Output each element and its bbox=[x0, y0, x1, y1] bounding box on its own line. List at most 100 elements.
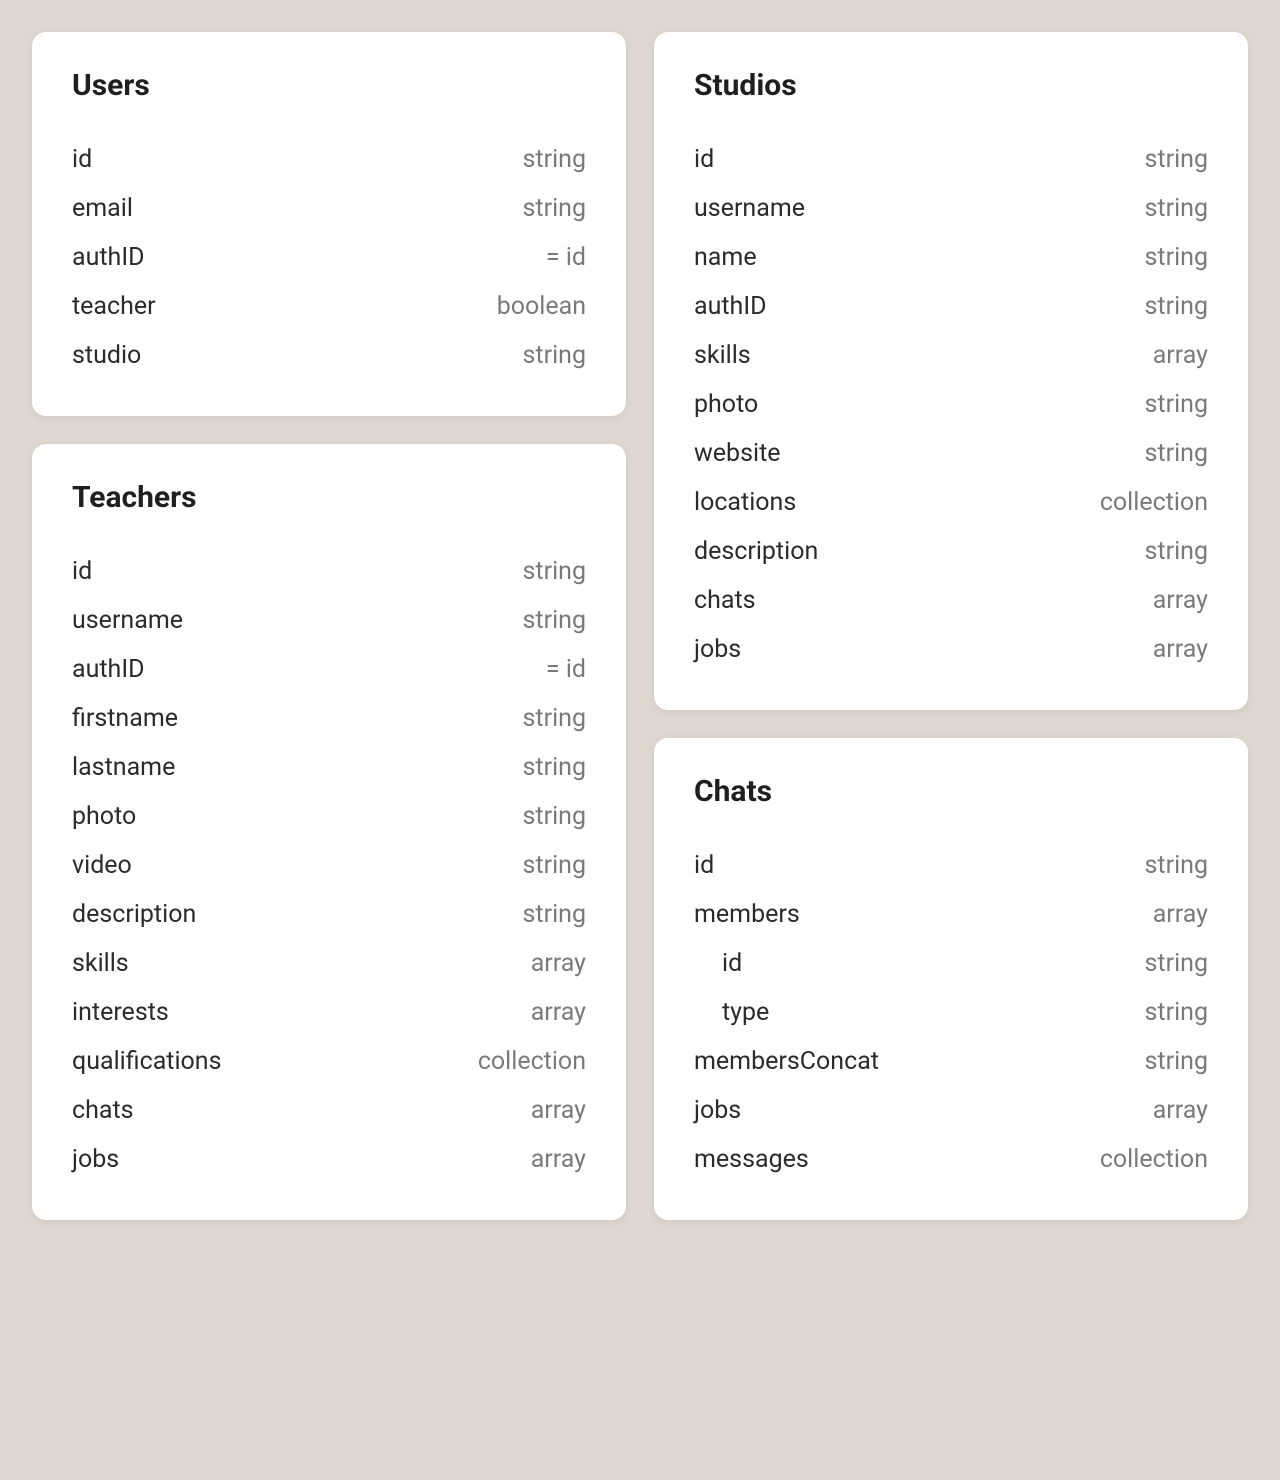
schema-title: Users bbox=[72, 68, 586, 103]
field-name: type bbox=[722, 998, 769, 1027]
field-name: firstname bbox=[72, 704, 178, 733]
field-type: array bbox=[1153, 1096, 1208, 1125]
field-name: username bbox=[694, 194, 805, 223]
field-row: namestring bbox=[694, 233, 1208, 282]
field-type: string bbox=[1145, 851, 1208, 880]
field-type: string bbox=[1145, 145, 1208, 174]
field-type: array bbox=[531, 1145, 586, 1174]
field-type: array bbox=[531, 949, 586, 978]
field-type: string bbox=[523, 194, 586, 223]
field-row: id string bbox=[694, 841, 1208, 890]
field-name: qualifications bbox=[72, 1047, 222, 1076]
field-row: skills array bbox=[72, 939, 586, 988]
field-name: description bbox=[694, 537, 818, 566]
field-type: string bbox=[523, 802, 586, 831]
field-type: string bbox=[1145, 998, 1208, 1027]
field-row: username string bbox=[694, 184, 1208, 233]
field-name: photo bbox=[72, 802, 136, 831]
field-type: array bbox=[1153, 341, 1208, 370]
field-name: members bbox=[694, 900, 800, 929]
field-row: videostring bbox=[72, 841, 586, 890]
field-name: email bbox=[72, 194, 133, 223]
schema-title: Teachers bbox=[72, 480, 586, 515]
schema-container: UsersidstringemailstringauthID= idteache… bbox=[32, 32, 1248, 1220]
field-name: authID bbox=[72, 243, 145, 272]
field-name: jobs bbox=[694, 635, 741, 664]
field-row: idstring bbox=[694, 939, 1208, 988]
field-name: skills bbox=[72, 949, 129, 978]
field-type: array bbox=[1153, 900, 1208, 929]
field-type: array bbox=[531, 1096, 586, 1125]
field-type: collection bbox=[1100, 488, 1208, 517]
field-row: chats array bbox=[694, 576, 1208, 625]
field-row: jobsarray bbox=[694, 1086, 1208, 1135]
field-name: description bbox=[72, 900, 196, 929]
schema-title: Chats bbox=[694, 774, 1208, 809]
field-type: string bbox=[523, 606, 586, 635]
field-type: collection bbox=[478, 1047, 586, 1076]
left-column: UsersidstringemailstringauthID= idteache… bbox=[32, 32, 626, 1220]
field-row: id string bbox=[694, 135, 1208, 184]
field-row: authIDstring bbox=[694, 282, 1208, 331]
field-name: skills bbox=[694, 341, 751, 370]
field-name: id bbox=[694, 145, 714, 174]
field-name: website bbox=[694, 439, 781, 468]
field-name: messages bbox=[694, 1145, 809, 1174]
field-row: lastnamestring bbox=[72, 743, 586, 792]
field-name: jobs bbox=[72, 1145, 119, 1174]
field-name: teacher bbox=[72, 292, 156, 321]
field-row: email string bbox=[72, 184, 586, 233]
field-name: locations bbox=[694, 488, 796, 517]
field-type: array bbox=[1153, 586, 1208, 615]
field-name: chats bbox=[694, 586, 756, 615]
field-type: string bbox=[523, 704, 586, 733]
field-type: string bbox=[523, 341, 586, 370]
field-name: username bbox=[72, 606, 183, 635]
field-type: string bbox=[1145, 537, 1208, 566]
field-row: jobs array bbox=[72, 1135, 586, 1184]
field-row: teacher boolean bbox=[72, 282, 586, 331]
field-type: string bbox=[1145, 1047, 1208, 1076]
field-row: description string bbox=[694, 527, 1208, 576]
field-name: membersConcat bbox=[694, 1047, 879, 1076]
field-name: studio bbox=[72, 341, 141, 370]
field-row: interestsarray bbox=[72, 988, 586, 1037]
field-name: chats bbox=[72, 1096, 134, 1125]
field-row: username string bbox=[72, 596, 586, 645]
schema-title: Studios bbox=[694, 68, 1208, 103]
field-name: id bbox=[694, 851, 714, 880]
field-row: firstname string bbox=[72, 694, 586, 743]
field-type: string bbox=[1145, 390, 1208, 419]
field-type: string bbox=[1145, 292, 1208, 321]
field-type: array bbox=[531, 998, 586, 1027]
field-type: = id bbox=[546, 655, 586, 684]
field-type: array bbox=[1153, 635, 1208, 664]
field-row: authID = id bbox=[72, 233, 586, 282]
schema-card-chats: Chats id string members array id string type str… bbox=[654, 738, 1248, 1220]
field-type: string bbox=[523, 900, 586, 929]
field-name: authID bbox=[72, 655, 145, 684]
field-name: id bbox=[72, 557, 92, 586]
field-type: string bbox=[1145, 439, 1208, 468]
field-type: boolean bbox=[497, 292, 586, 321]
field-row: qualifications collection bbox=[72, 1037, 586, 1086]
field-row: studio string bbox=[72, 331, 586, 380]
field-row: description string bbox=[72, 890, 586, 939]
field-type: = id bbox=[546, 243, 586, 272]
field-type: string bbox=[1145, 194, 1208, 223]
field-type: string bbox=[523, 557, 586, 586]
field-name: photo bbox=[694, 390, 758, 419]
field-row: photo string bbox=[72, 792, 586, 841]
schema-card-users: Users idstring email string authID = id teache… bbox=[32, 32, 626, 416]
field-row: members array bbox=[694, 890, 1208, 939]
field-type: string bbox=[523, 753, 586, 782]
field-row: locations collection bbox=[694, 478, 1208, 527]
field-type: collection bbox=[1100, 1145, 1208, 1174]
field-row: authID = id bbox=[72, 645, 586, 694]
field-row: chats array bbox=[72, 1086, 586, 1135]
field-row: idstring bbox=[72, 135, 586, 184]
field-type: string bbox=[1145, 243, 1208, 272]
schema-card-studios: Studiosidstringusernamestringnamestringa… bbox=[654, 32, 1248, 710]
field-name: id bbox=[722, 949, 742, 978]
field-row: membersConcat string bbox=[694, 1037, 1208, 1086]
